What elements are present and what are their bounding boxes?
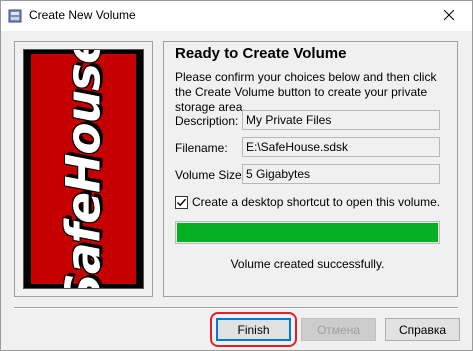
shortcut-option[interactable]: Create a desktop shortcut to open this v…	[175, 194, 440, 210]
status-message: Volume created successfully.	[230, 257, 385, 271]
help-button[interactable]: Справка	[385, 318, 460, 341]
shortcut-checkbox-label: Create a desktop shortcut to open this v…	[192, 195, 441, 209]
volume-size-label: Volume Size:	[175, 168, 246, 182]
banner-frame: SafeHouse	[14, 41, 153, 297]
checkmark-icon	[177, 198, 187, 206]
banner-image: SafeHouse	[23, 49, 144, 289]
cancel-button[interactable]: Отмена	[301, 318, 376, 341]
dialog-body: SafeHouse Ready to Create Volume Please …	[1, 31, 472, 350]
filename-label: Filename:	[175, 141, 228, 155]
safehouse-app-icon	[7, 8, 23, 24]
page-title: Ready to Create Volume	[175, 45, 347, 62]
progress-bar	[175, 221, 440, 244]
divider	[14, 307, 458, 309]
create-volume-dialog: Create New Volume SafeHouse Ready to Cre…	[0, 0, 473, 351]
shortcut-checkbox[interactable]	[175, 195, 188, 209]
close-icon	[443, 9, 455, 23]
instructions-text: Please confirm your choices below and th…	[175, 70, 437, 114]
window-title: Create New Volume	[29, 8, 136, 22]
finish-highlight-annotation	[210, 312, 297, 347]
description-field: My Private Files	[242, 110, 440, 130]
volume-size-field: 5 Gigabytes	[242, 164, 440, 184]
title-bar: Create New Volume	[1, 1, 472, 31]
description-label: Description:	[175, 114, 239, 128]
filename-field: E:\SafeHouse.sdsk	[242, 137, 440, 157]
summary-panel: Ready to Create Volume Please confirm yo…	[163, 41, 458, 297]
close-button[interactable]	[426, 1, 472, 31]
progress-fill	[177, 223, 438, 242]
banner-logo-text: SafeHouse	[56, 49, 112, 289]
